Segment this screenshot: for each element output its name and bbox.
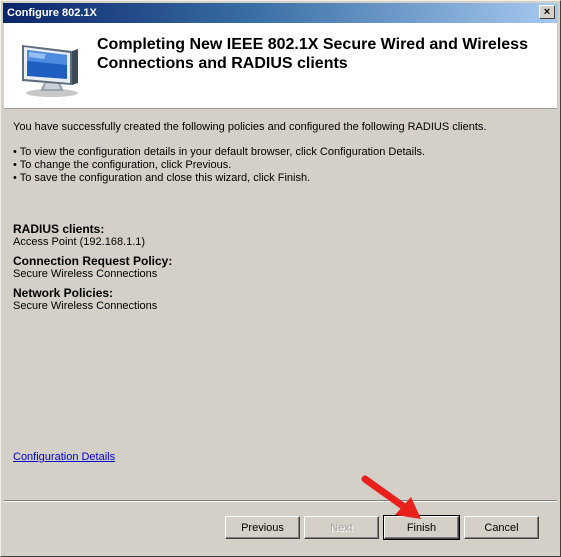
computer-monitor-icon	[22, 45, 78, 97]
close-button[interactable]: ×	[539, 5, 555, 19]
previous-button[interactable]: Previous	[225, 516, 300, 539]
configuration-summary: RADIUS clients: Access Point (192.168.1.…	[13, 223, 543, 319]
page-title: Completing New IEEE 802.1X Secure Wired …	[97, 36, 528, 72]
red-arrow-annotation-icon	[361, 475, 421, 519]
instruction-item: • To view the configuration details in y…	[13, 146, 426, 158]
instruction-item: • To change the configuration, click Pre…	[13, 159, 232, 171]
instruction-item: • To save the configuration and close th…	[13, 172, 311, 184]
intro-text: You have successfully created the follow…	[13, 121, 487, 133]
title-bar[interactable]: Configure 802.1X ×	[3, 3, 558, 23]
close-icon: ×	[543, 5, 551, 18]
wizard-header: Completing New IEEE 802.1X Secure Wired …	[4, 23, 557, 109]
radius-clients-label: RADIUS clients:	[13, 222, 105, 236]
connection-request-policy-label: Connection Request Policy:	[13, 254, 173, 268]
wizard-window: Configure 802.1X × Completing New IEEE 8…	[0, 0, 561, 557]
network-policies-value: Secure Wireless Connections	[13, 300, 158, 312]
connection-request-policy-value: Secure Wireless Connections	[13, 268, 158, 280]
cancel-button[interactable]: Cancel	[464, 516, 539, 539]
button-separator	[4, 500, 557, 502]
configuration-details-link[interactable]: Configuration Details	[13, 451, 115, 463]
instruction-list: • To view the configuration details in y…	[13, 146, 543, 185]
window-title: Configure 802.1X	[7, 7, 97, 19]
network-policies-label: Network Policies:	[13, 286, 114, 300]
radius-clients-value: Access Point (192.168.1.1)	[13, 236, 146, 248]
wizard-body-text: You have successfully created the follow…	[13, 121, 543, 185]
